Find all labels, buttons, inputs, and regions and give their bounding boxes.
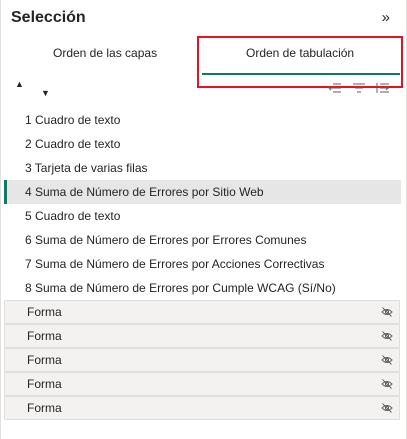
move-up-button[interactable]: ▲ xyxy=(15,79,24,89)
remove-tab-order-button[interactable] xyxy=(328,82,342,94)
eye-hidden-icon[interactable] xyxy=(381,330,393,342)
shape-item-label: Forma xyxy=(27,377,62,391)
shape-item[interactable]: Forma xyxy=(4,324,400,348)
eye-hidden-icon[interactable] xyxy=(381,378,393,390)
shape-item-label: Forma xyxy=(27,353,62,367)
list-item[interactable]: 7 Suma de Número de Errores por Acciones… xyxy=(4,252,401,276)
list-item[interactable]: 3 Tarjeta de varias filas xyxy=(4,156,401,180)
list-item-label: 7 Suma de Número de Errores por Acciones… xyxy=(25,257,325,271)
shape-item[interactable]: Forma xyxy=(4,372,400,396)
shape-item-label: Forma xyxy=(27,329,62,343)
shape-item-label: Forma xyxy=(27,401,62,415)
list-item-label: 5 Cuadro de texto xyxy=(25,209,121,223)
active-tab-indicator xyxy=(202,73,400,75)
pane-title: Selección xyxy=(11,9,86,26)
shape-item-label: Forma xyxy=(27,305,62,319)
eye-hidden-icon[interactable] xyxy=(381,306,393,318)
list-item[interactable]: 6 Suma de Número de Errores por Errores … xyxy=(4,228,401,252)
eye-hidden-icon[interactable] xyxy=(381,402,393,414)
list-item-selected[interactable]: 4 Suma de Número de Errores por Sitio We… xyxy=(4,180,401,204)
eye-hidden-icon[interactable] xyxy=(381,354,393,366)
list-item-label: 1 Cuadro de texto xyxy=(25,113,121,127)
list-item[interactable]: 8 Suma de Número de Errores por Cumple W… xyxy=(4,276,401,300)
remove-tab-order-icon xyxy=(328,83,341,93)
selection-pane: Selección » Orden de las capas Orden de … xyxy=(0,0,407,439)
collapse-pane-button[interactable]: » xyxy=(382,10,390,26)
shape-item[interactable]: Forma xyxy=(4,348,400,372)
list-item-label: 4 Suma de Número de Errores por Sitio We… xyxy=(25,185,264,199)
shape-item[interactable]: Forma xyxy=(4,396,400,420)
list-item-label: 3 Tarjeta de varias filas xyxy=(25,161,148,175)
tab-bar: Orden de las capas Orden de tabulación xyxy=(1,36,407,76)
tab-layer-order[interactable]: Orden de las capas xyxy=(53,46,157,60)
triangle-up-icon: ▲ xyxy=(15,79,24,89)
hidden-shapes-list: Forma Forma Forma Forma Forma xyxy=(4,300,400,420)
shape-item[interactable]: Forma xyxy=(4,300,400,324)
list-item[interactable]: 5 Cuadro de texto xyxy=(4,204,401,228)
list-item-label: 8 Suma de Número de Errores por Cumple W… xyxy=(25,281,336,295)
list-item-label: 2 Cuadro de texto xyxy=(25,137,121,151)
tab-order-list: 1 Cuadro de texto 2 Cuadro de texto 3 Ta… xyxy=(4,108,401,300)
triangle-down-icon: ▼ xyxy=(41,88,50,98)
tab-order-button[interactable] xyxy=(376,82,390,94)
list-item[interactable]: 2 Cuadro de texto xyxy=(4,132,401,156)
tab-tab-order[interactable]: Orden de tabulación xyxy=(246,46,354,60)
move-down-button[interactable]: ▼ xyxy=(41,88,50,98)
sort-icon xyxy=(353,83,365,93)
sort-button[interactable] xyxy=(352,82,366,94)
list-item-label: 6 Suma de Número de Errores por Errores … xyxy=(25,233,307,247)
chevron-double-right-icon: » xyxy=(381,9,390,26)
tab-order-icon xyxy=(376,83,389,93)
list-item[interactable]: 1 Cuadro de texto xyxy=(4,108,401,132)
